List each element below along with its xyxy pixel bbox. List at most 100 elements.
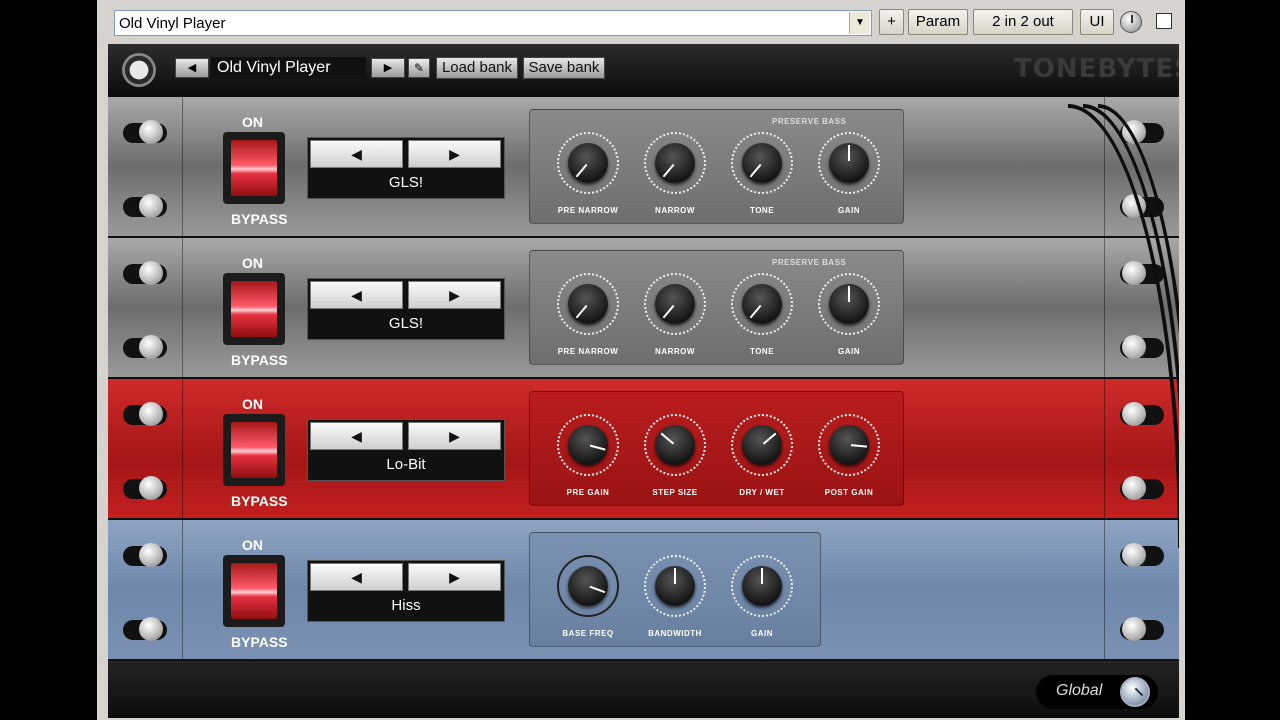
knob-label: STEP SIZE bbox=[652, 488, 698, 497]
prev-effect-button[interactable]: ◀ bbox=[310, 140, 403, 168]
effect-selector: ◀ ▶ Hiss bbox=[307, 560, 505, 622]
screw-icon bbox=[123, 617, 167, 641]
effect-selector: ◀ ▶ GLS! bbox=[307, 278, 505, 340]
knob-label: GAIN bbox=[838, 206, 860, 215]
on-label: ON bbox=[242, 255, 263, 271]
host-toolbar: Old Vinyl Player ▼ + Param 2 in 2 out UI bbox=[97, 0, 1185, 44]
base-freq-knob[interactable]: BASE FREQ bbox=[550, 555, 626, 638]
effect-name: GLS! bbox=[388, 174, 424, 191]
knob-label: GAIN bbox=[751, 629, 773, 638]
tone-knob[interactable]: TONE bbox=[724, 132, 800, 215]
knob-label: PRE NARROW bbox=[557, 347, 619, 356]
knob-label: TONE bbox=[749, 206, 775, 215]
bank-name: Old Vinyl Player bbox=[211, 57, 366, 79]
gain-knob[interactable]: GAIN bbox=[811, 273, 887, 356]
effect-controls-panel: PRESERVE BASS PRE NARROW NARROW TONE GAI… bbox=[529, 250, 904, 365]
load-bank-button[interactable]: Load bank bbox=[436, 57, 518, 79]
narrow-knob[interactable]: NARROW bbox=[637, 273, 713, 356]
global-control: Global bbox=[1036, 675, 1158, 709]
preserve-bass-label: PRESERVE BASS bbox=[772, 258, 847, 267]
narrow-knob[interactable]: NARROW bbox=[637, 132, 713, 215]
dry-wet-knob[interactable]: DRY / WET bbox=[724, 414, 800, 497]
on-label: ON bbox=[242, 396, 263, 412]
plugin-footer: Global bbox=[108, 661, 1179, 718]
screw-icon bbox=[1120, 543, 1164, 567]
bypass-label: BYPASS bbox=[231, 352, 288, 368]
bypass-switch[interactable] bbox=[223, 273, 285, 345]
next-effect-button[interactable]: ▶ bbox=[408, 140, 501, 168]
bandwidth-knob[interactable]: BANDWIDTH bbox=[637, 555, 713, 638]
plugin-host-window: Old Vinyl Player ▼ + Param 2 in 2 out UI… bbox=[97, 0, 1185, 720]
effect-name: Hiss bbox=[391, 597, 421, 614]
bypass-label: BYPASS bbox=[231, 493, 288, 509]
next-effect-button[interactable]: ▶ bbox=[408, 422, 501, 450]
step-size-knob[interactable]: STEP SIZE bbox=[637, 414, 713, 497]
prev-effect-button[interactable]: ◀ bbox=[310, 422, 403, 450]
effect-controls-panel: PRESERVE BASS PRE NARROW NARROW TONE GAI… bbox=[529, 109, 904, 224]
effect-name: GLS! bbox=[388, 315, 424, 332]
knob-label: POST GAIN bbox=[824, 488, 874, 497]
effect-controls-panel: PRE GAIN STEP SIZE DRY / WET POST GAIN bbox=[529, 391, 904, 506]
tonebytes-logo-icon[interactable] bbox=[122, 53, 156, 87]
rack-slot-1: ON BYPASS ◀ ▶ GLS! PRESERVE BASS PRE NAR… bbox=[108, 97, 1179, 238]
add-button[interactable]: + bbox=[879, 9, 904, 35]
tone-knob[interactable]: TONE bbox=[724, 273, 800, 356]
screw-icon bbox=[123, 194, 167, 218]
io-config-button[interactable]: 2 in 2 out bbox=[973, 9, 1073, 35]
knob-label: BANDWIDTH bbox=[648, 629, 702, 638]
pre-narrow-knob[interactable]: PRE NARROW bbox=[550, 132, 626, 215]
prev-bank-button[interactable]: ◀ bbox=[175, 58, 209, 78]
bypass-switch[interactable] bbox=[223, 555, 285, 627]
param-button[interactable]: Param bbox=[908, 9, 968, 35]
knob-label: PRE NARROW bbox=[557, 206, 619, 215]
knob-label: GAIN bbox=[838, 347, 860, 356]
next-effect-button[interactable]: ▶ bbox=[408, 281, 501, 309]
preserve-bass-label: PRESERVE BASS bbox=[772, 117, 847, 126]
knob-label: NARROW bbox=[655, 206, 695, 215]
on-label: ON bbox=[242, 537, 263, 553]
next-bank-button[interactable]: ▶ bbox=[371, 58, 405, 78]
gain-knob[interactable]: GAIN bbox=[724, 555, 800, 638]
effect-name: Lo-Bit bbox=[386, 456, 426, 473]
screw-icon bbox=[1120, 617, 1164, 641]
prev-effect-button[interactable]: ◀ bbox=[310, 563, 403, 591]
plugin-topbar: ◀ Old Vinyl Player ▶ ✎ Load bank Save ba… bbox=[108, 44, 1179, 97]
effect-controls-panel: BASE FREQ BANDWIDTH GAIN bbox=[529, 532, 821, 647]
brand-logo: TONEBYTES bbox=[1014, 54, 1179, 84]
chevron-down-icon[interactable]: ▼ bbox=[849, 12, 870, 34]
pre-narrow-knob[interactable]: PRE NARROW bbox=[550, 273, 626, 356]
pencil-icon[interactable]: ✎ bbox=[408, 58, 430, 78]
rack-rail-left bbox=[108, 238, 183, 377]
post-gain-knob[interactable]: POST GAIN bbox=[811, 414, 887, 497]
preset-select[interactable]: Old Vinyl Player ▼ bbox=[114, 10, 872, 36]
rack-rail-left bbox=[108, 379, 183, 518]
pre-gain-knob[interactable]: PRE GAIN bbox=[550, 414, 626, 497]
bypass-switch[interactable] bbox=[223, 132, 285, 204]
prev-effect-button[interactable]: ◀ bbox=[310, 281, 403, 309]
gain-knob[interactable]: GAIN bbox=[811, 132, 887, 215]
on-label: ON bbox=[242, 114, 263, 130]
preset-select-value: Old Vinyl Player bbox=[119, 15, 226, 32]
effect-selector: ◀ ▶ GLS! bbox=[307, 137, 505, 199]
knob-label: PRE GAIN bbox=[566, 488, 610, 497]
host-volume-knob-icon[interactable] bbox=[1120, 11, 1142, 33]
rack-rail-left bbox=[108, 520, 183, 659]
next-effect-button[interactable]: ▶ bbox=[408, 563, 501, 591]
knob-label: TONE bbox=[749, 347, 775, 356]
save-bank-button[interactable]: Save bank bbox=[523, 57, 605, 79]
screw-icon bbox=[123, 476, 167, 500]
effect-selector: ◀ ▶ Lo-Bit bbox=[307, 419, 505, 481]
knob-label: BASE FREQ bbox=[562, 629, 614, 638]
global-knob-icon[interactable] bbox=[1120, 677, 1150, 707]
knob-label: NARROW bbox=[655, 347, 695, 356]
bypass-switch[interactable] bbox=[223, 414, 285, 486]
bypass-label: BYPASS bbox=[231, 211, 288, 227]
host-checkbox[interactable] bbox=[1156, 13, 1172, 29]
rack-rail-left bbox=[108, 97, 183, 236]
screw-icon bbox=[123, 120, 167, 144]
screw-icon bbox=[123, 543, 167, 567]
screw-icon bbox=[123, 402, 167, 426]
bypass-label: BYPASS bbox=[231, 634, 288, 650]
ui-button[interactable]: UI bbox=[1080, 9, 1114, 35]
screw-icon bbox=[123, 261, 167, 285]
